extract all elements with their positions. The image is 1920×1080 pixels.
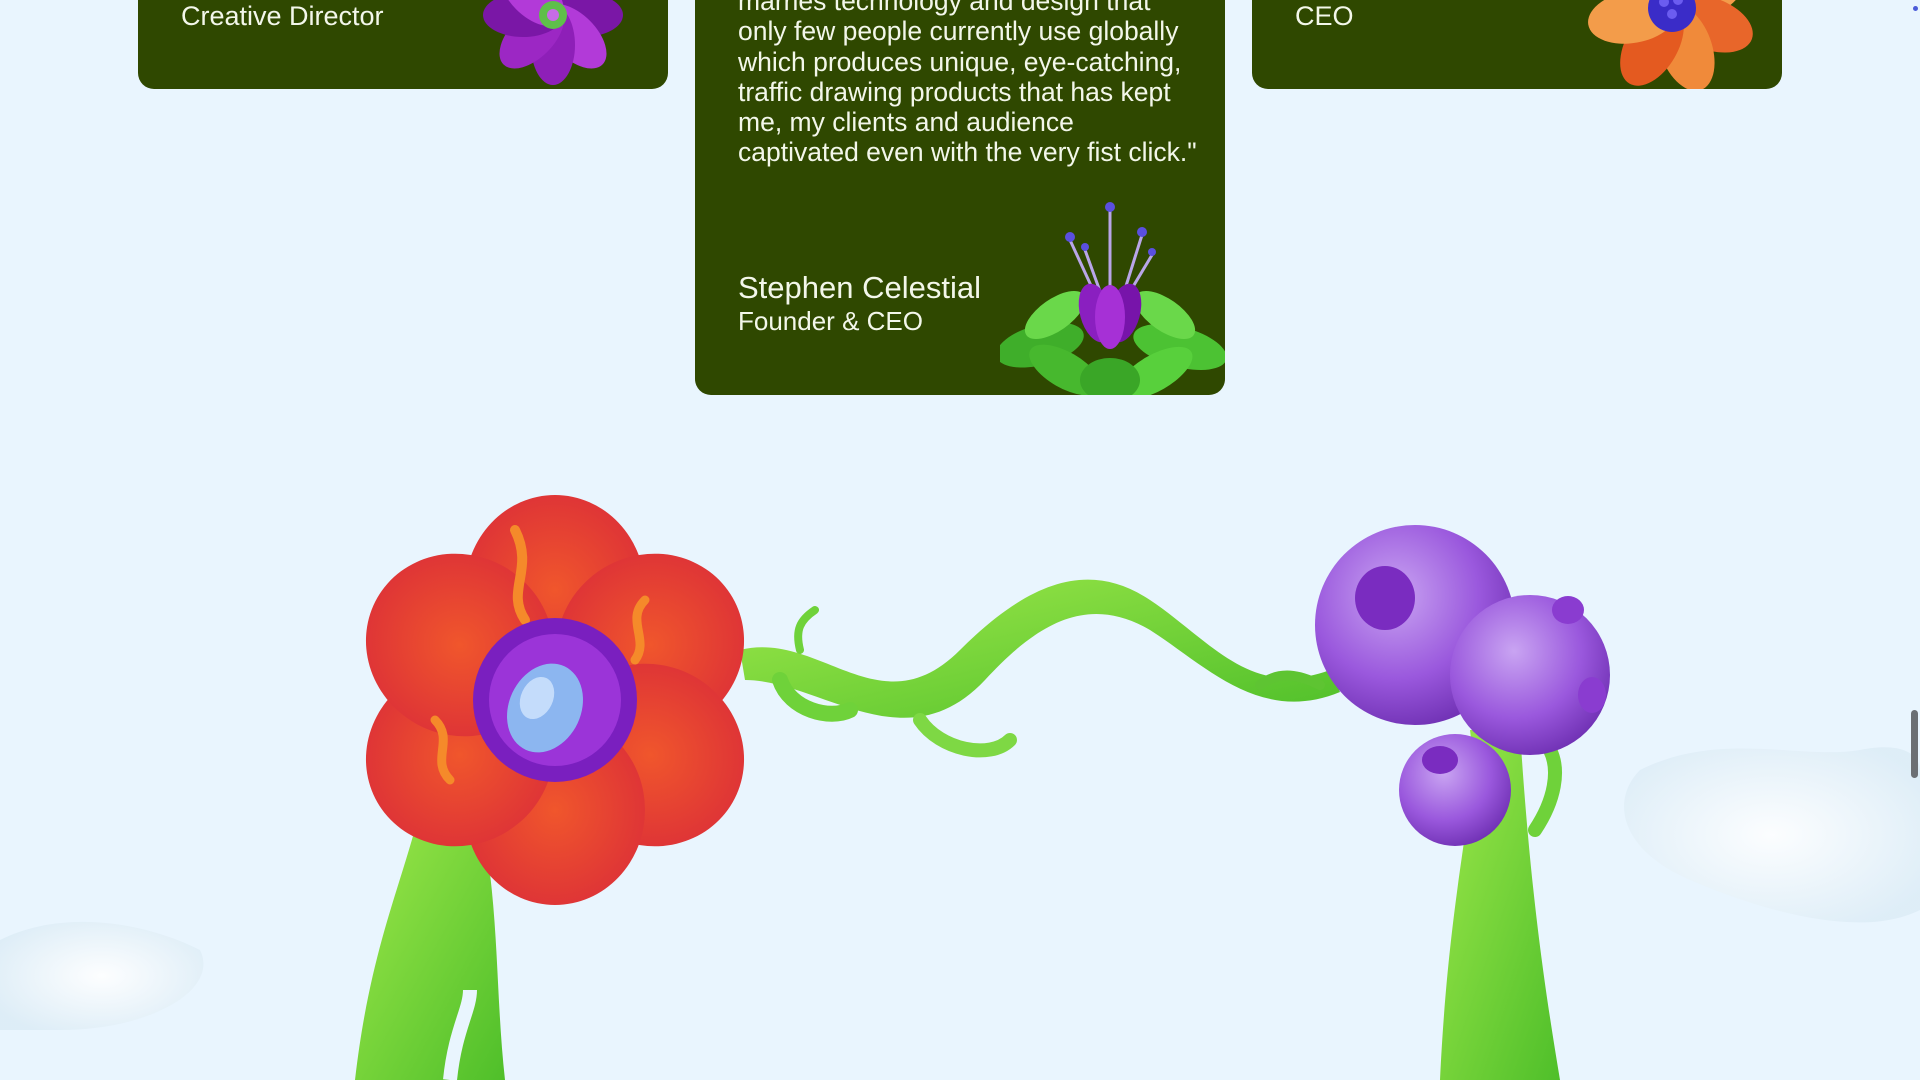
testimonial-card-left: Creative Director	[138, 0, 668, 89]
scrollbar-thumb[interactable]	[1911, 710, 1918, 778]
purple-flower-icon	[483, 0, 623, 85]
testimonial-author-name: Stephen Celestial	[738, 270, 981, 305]
orange-flower-icon	[1588, 0, 1753, 89]
testimonial-card-right: CEO	[1252, 0, 1782, 89]
testimonial-author-role: Founder & CEO	[738, 306, 923, 336]
page: Creative Director marries technology and…	[0, 0, 1920, 1080]
testimonial-role: CEO	[1295, 1, 1354, 31]
testimonial-card-center: marries technology and design that only …	[695, 0, 1225, 395]
green-lotus-flower-icon	[1000, 202, 1225, 395]
flower-vine-arch-illustration	[0, 495, 1920, 1080]
page-scrollbar[interactable]	[1906, 0, 1920, 1080]
scroll-indicator-dot	[1913, 6, 1918, 11]
testimonial-quote: marries technology and design that only …	[738, 0, 1197, 168]
testimonial-role: Creative Director	[181, 1, 384, 31]
